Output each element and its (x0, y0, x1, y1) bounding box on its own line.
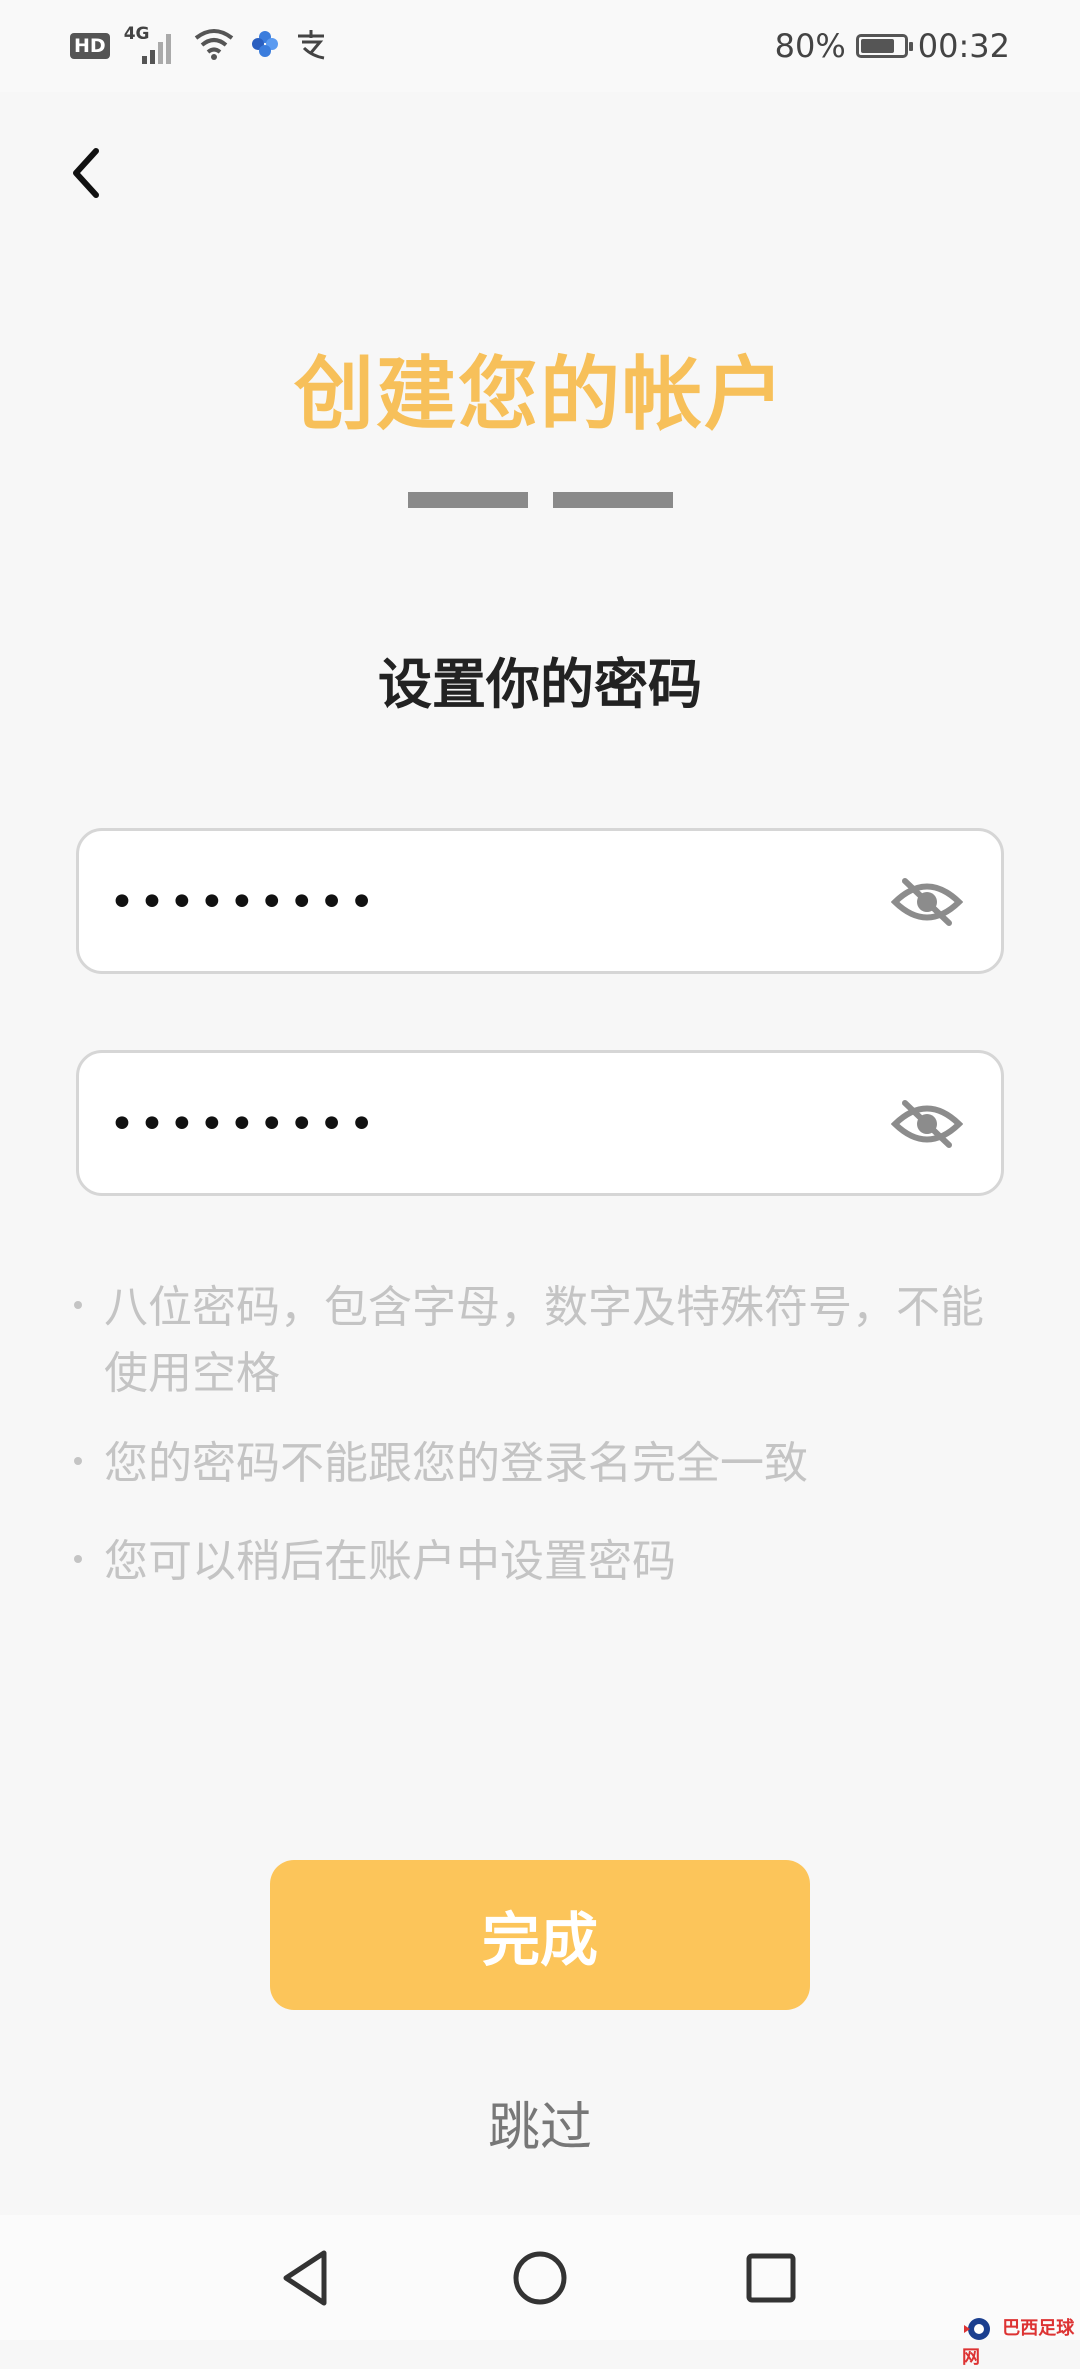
eye-off-icon[interactable] (890, 1099, 964, 1149)
battery-level-fill (860, 39, 895, 53)
hint-text: 您的密码不能跟您的登录名完全一致 (104, 1438, 808, 1489)
password-input[interactable] (107, 831, 891, 973)
hd-badge: HD (70, 33, 110, 59)
skip-link[interactable]: 跳过 (0, 2085, 1080, 2160)
step-indicator-bar (407, 492, 528, 508)
battery-percent: 80% (774, 27, 846, 65)
hint-text: 您可以稍后在账户中设置密码 (104, 1536, 676, 1587)
confirm-password-input[interactable] (107, 1053, 891, 1195)
hint-item: 您的密码不能跟您的登录名完全一致 (74, 1431, 1014, 1497)
soccer-ball-icon (964, 2318, 990, 2340)
status-icons-left: HD 4G (70, 24, 328, 68)
status-icons-right: 80% 00:32 (775, 24, 1010, 68)
section-subtitle: 设置你的密码 (378, 653, 702, 716)
nav-home-icon[interactable] (505, 2243, 575, 2313)
clock: 00:32 (917, 27, 1010, 65)
bullet-icon (74, 1555, 82, 1563)
password-field (76, 828, 1004, 974)
navigation-bar (0, 2215, 1080, 2340)
chevron-left-icon (73, 148, 99, 198)
alipay-icon (294, 28, 328, 64)
nav-recents-icon[interactable] (736, 2243, 806, 2313)
step-indicator (0, 492, 1080, 508)
page-title: 创建您的帐户 (294, 348, 786, 441)
bullet-icon (74, 1301, 82, 1309)
status-bar: HD 4G 80% 00:32 (0, 0, 1080, 92)
watermark-logo: 巴西足球网 (962, 2314, 1080, 2369)
bullet-icon (74, 1457, 82, 1465)
password-hints: 八位密码，包含字母，数字及特殊符号，不能使用空格 您的密码不能跟您的登录名完全一… (74, 1275, 1014, 1619)
hint-item: 您可以稍后在账户中设置密码 (74, 1529, 1014, 1595)
step-indicator-bar (552, 492, 673, 508)
confirm-password-field (76, 1050, 1004, 1196)
nav-back-icon[interactable] (272, 2243, 342, 2313)
battery-icon (855, 34, 913, 58)
back-button[interactable] (62, 142, 108, 204)
signal-icon: 4G (124, 24, 178, 66)
hint-text: 八位密码，包含字母，数字及特殊符号，不能使用空格 (104, 1282, 984, 1399)
done-button[interactable]: 完成 (270, 1860, 810, 2010)
hint-item: 八位密码，包含字母，数字及特殊符号，不能使用空格 (74, 1275, 1014, 1407)
eye-off-icon[interactable] (890, 877, 964, 927)
app-notification-icon (250, 29, 280, 63)
wifi-icon (192, 26, 236, 66)
